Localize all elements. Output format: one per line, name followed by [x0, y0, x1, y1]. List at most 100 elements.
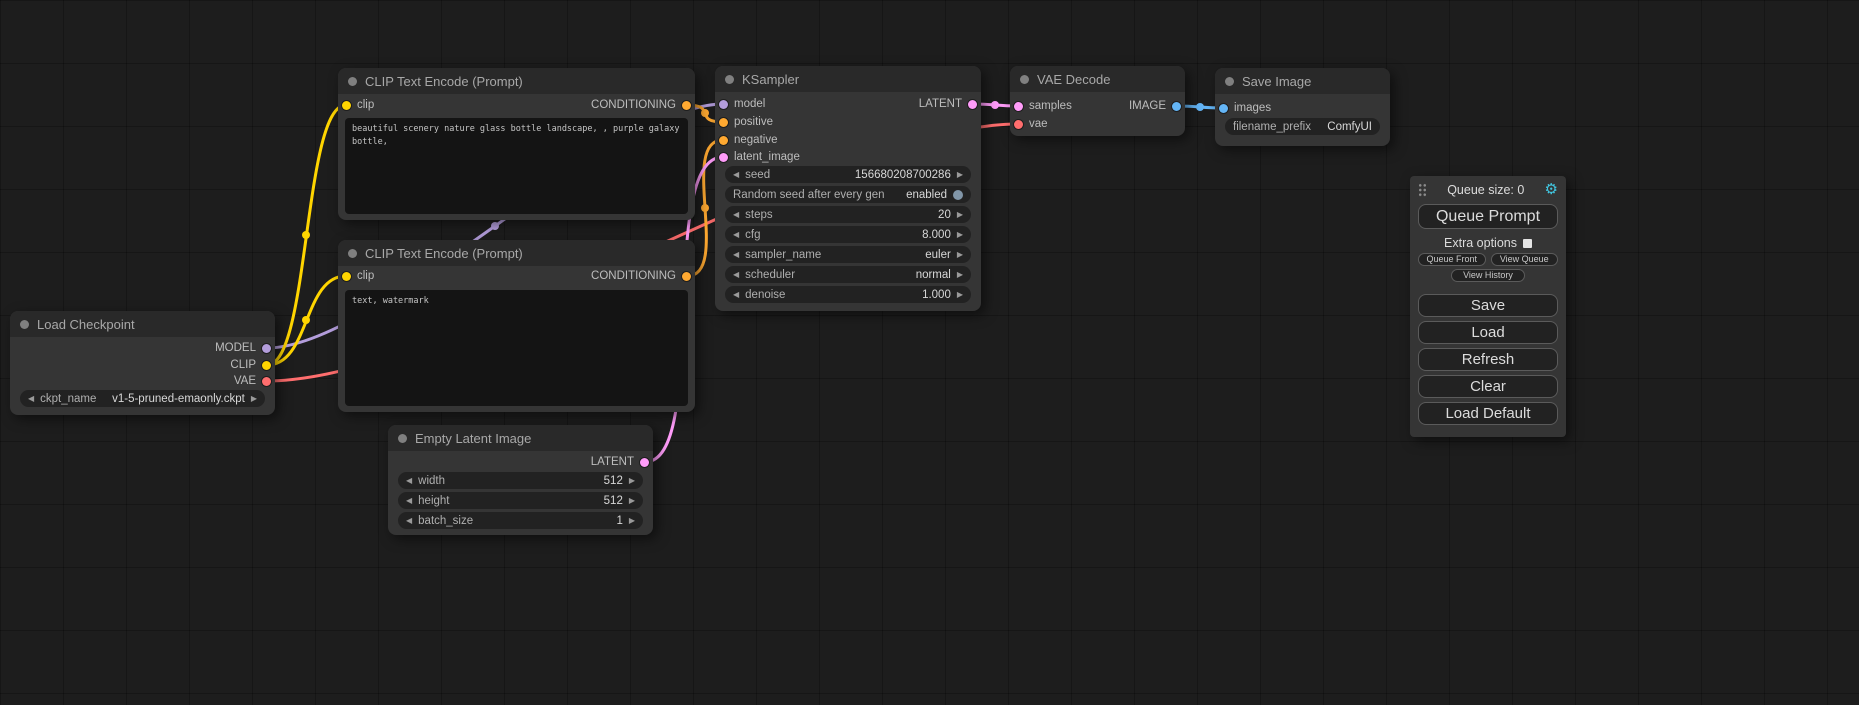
port-dot-clip[interactable] — [342, 272, 351, 281]
collapse-dot-icon[interactable] — [1020, 75, 1029, 84]
widget-denoise[interactable]: ◀ denoise 1.000 ▶ — [725, 286, 971, 303]
port-dot-image[interactable] — [1172, 102, 1181, 111]
increment-icon[interactable]: ▶ — [957, 171, 963, 179]
node-title-bar[interactable]: Load Checkpoint — [10, 311, 275, 337]
queue-size-label: Queue size: 0 — [1447, 183, 1524, 197]
port-dot-model[interactable] — [719, 100, 728, 109]
widget-height[interactable]: ◀ height 512 ▶ — [398, 492, 643, 509]
port-dot-conditioning[interactable] — [682, 272, 691, 281]
view-queue-button[interactable]: View Queue — [1491, 253, 1559, 266]
clear-button[interactable]: Clear — [1418, 375, 1558, 398]
port-dot-latent[interactable] — [968, 100, 977, 109]
node-ksampler[interactable]: KSampler model positive negative latent_… — [715, 66, 981, 311]
increment-icon[interactable]: ▶ — [957, 211, 963, 219]
increment-icon[interactable]: ▶ — [957, 271, 963, 279]
decrement-icon[interactable]: ◀ — [733, 171, 739, 179]
node-clip-text-encode-negative[interactable]: CLIP Text Encode (Prompt) clip CONDITION… — [338, 240, 695, 412]
increment-icon[interactable]: ▶ — [629, 517, 635, 525]
node-title-bar[interactable]: CLIP Text Encode (Prompt) — [338, 240, 695, 266]
port-label: latent_image — [734, 151, 800, 163]
link-clip-positive — [267, 105, 346, 365]
drag-handle-icon[interactable] — [1418, 183, 1427, 197]
decrement-icon[interactable]: ◀ — [28, 395, 34, 403]
decrement-icon[interactable]: ◀ — [406, 497, 412, 505]
widget-filename-prefix[interactable]: filename_prefix ComfyUI — [1225, 118, 1380, 135]
refresh-button[interactable]: Refresh — [1418, 348, 1558, 371]
widget-random-seed-toggle[interactable]: Random seed after every gen enabled — [725, 186, 971, 203]
increment-icon[interactable]: ▶ — [251, 395, 257, 403]
node-clip-text-encode-positive[interactable]: CLIP Text Encode (Prompt) clip CONDITION… — [338, 68, 695, 220]
widget-width[interactable]: ◀ width 512 ▶ — [398, 472, 643, 489]
queue-prompt-button[interactable]: Queue Prompt — [1418, 204, 1558, 229]
port-dot-clip[interactable] — [262, 361, 271, 370]
node-empty-latent-image[interactable]: Empty Latent Image LATENT ◀ width 512 ▶ … — [388, 425, 653, 535]
increment-icon[interactable]: ▶ — [957, 291, 963, 299]
node-title-bar[interactable]: KSampler — [715, 66, 981, 92]
increment-icon[interactable]: ▶ — [629, 477, 635, 485]
decrement-icon[interactable]: ◀ — [406, 477, 412, 485]
output-port-latent: LATENT — [591, 454, 649, 470]
decrement-icon[interactable]: ◀ — [733, 231, 739, 239]
widget-ckpt-name[interactable]: ◀ ckpt_name v1-5-pruned-emaonly.ckpt ▶ — [20, 390, 265, 407]
queue-front-button[interactable]: Queue Front — [1418, 253, 1486, 266]
port-dot-vae[interactable] — [262, 377, 271, 386]
link-midpoint-model — [491, 222, 499, 230]
node-title-bar[interactable]: CLIP Text Encode (Prompt) — [338, 68, 695, 94]
port-dot-latent[interactable] — [640, 458, 649, 467]
port-dot-latent[interactable] — [719, 153, 728, 162]
settings-gear-icon[interactable]: ⚙ — [1545, 182, 1558, 197]
collapse-dot-icon[interactable] — [348, 77, 357, 86]
port-label: CLIP — [230, 359, 256, 371]
widget-sampler-name[interactable]: ◀ sampler_name euler ▶ — [725, 246, 971, 263]
extra-options-checkbox[interactable] — [1523, 239, 1532, 248]
collapse-dot-icon[interactable] — [20, 320, 29, 329]
decrement-icon[interactable]: ◀ — [733, 271, 739, 279]
port-dot-image[interactable] — [1219, 104, 1228, 113]
input-port-vae: vae — [1014, 116, 1048, 132]
input-port-positive: positive — [719, 114, 773, 130]
collapse-dot-icon[interactable] — [725, 75, 734, 84]
port-dot-conditioning[interactable] — [719, 118, 728, 127]
port-dot-model[interactable] — [262, 344, 271, 353]
output-port-conditioning: CONDITIONING — [591, 97, 691, 113]
node-title-bar[interactable]: VAE Decode — [1010, 66, 1185, 92]
node-title: VAE Decode — [1037, 72, 1110, 87]
decrement-icon[interactable]: ◀ — [733, 211, 739, 219]
port-dot-conditioning[interactable] — [719, 136, 728, 145]
view-history-button[interactable]: View History — [1451, 269, 1525, 282]
collapse-dot-icon[interactable] — [1225, 77, 1234, 86]
port-dot-latent[interactable] — [1014, 102, 1023, 111]
node-save-image[interactable]: Save Image images filename_prefix ComfyU… — [1215, 68, 1390, 146]
toggle-icon[interactable] — [953, 190, 963, 200]
widget-steps[interactable]: ◀ steps 20 ▶ — [725, 206, 971, 223]
save-button[interactable]: Save — [1418, 294, 1558, 317]
output-port-clip: CLIP — [230, 357, 271, 373]
node-vae-decode[interactable]: VAE Decode samples vae IMAGE — [1010, 66, 1185, 136]
port-dot-conditioning[interactable] — [682, 101, 691, 110]
decrement-icon[interactable]: ◀ — [733, 251, 739, 259]
widget-cfg[interactable]: ◀ cfg 8.000 ▶ — [725, 226, 971, 243]
node-title-bar[interactable]: Empty Latent Image — [388, 425, 653, 451]
prompt-textarea[interactable]: beautiful scenery nature glass bottle la… — [345, 118, 688, 214]
decrement-icon[interactable]: ◀ — [406, 517, 412, 525]
node-title: KSampler — [742, 72, 799, 87]
increment-icon[interactable]: ▶ — [957, 231, 963, 239]
collapse-dot-icon[interactable] — [398, 434, 407, 443]
widget-scheduler[interactable]: ◀ scheduler normal ▶ — [725, 266, 971, 283]
node-title: CLIP Text Encode (Prompt) — [365, 246, 523, 261]
load-default-button[interactable]: Load Default — [1418, 402, 1558, 425]
widget-seed[interactable]: ◀ seed 156680208700286 ▶ — [725, 166, 971, 183]
load-button[interactable]: Load — [1418, 321, 1558, 344]
port-dot-vae[interactable] — [1014, 120, 1023, 129]
node-load-checkpoint[interactable]: Load Checkpoint MODEL CLIP VAE ◀ ckpt_na… — [10, 311, 275, 415]
prompt-textarea[interactable]: text, watermark — [345, 290, 688, 406]
port-dot-clip[interactable] — [342, 101, 351, 110]
collapse-dot-icon[interactable] — [348, 249, 357, 258]
increment-icon[interactable]: ▶ — [957, 251, 963, 259]
node-title-bar[interactable]: Save Image — [1215, 68, 1390, 94]
widget-value: 1.000 — [922, 289, 951, 301]
decrement-icon[interactable]: ◀ — [733, 291, 739, 299]
increment-icon[interactable]: ▶ — [629, 497, 635, 505]
widget-batch-size[interactable]: ◀ batch_size 1 ▶ — [398, 512, 643, 529]
port-label: LATENT — [919, 98, 962, 110]
